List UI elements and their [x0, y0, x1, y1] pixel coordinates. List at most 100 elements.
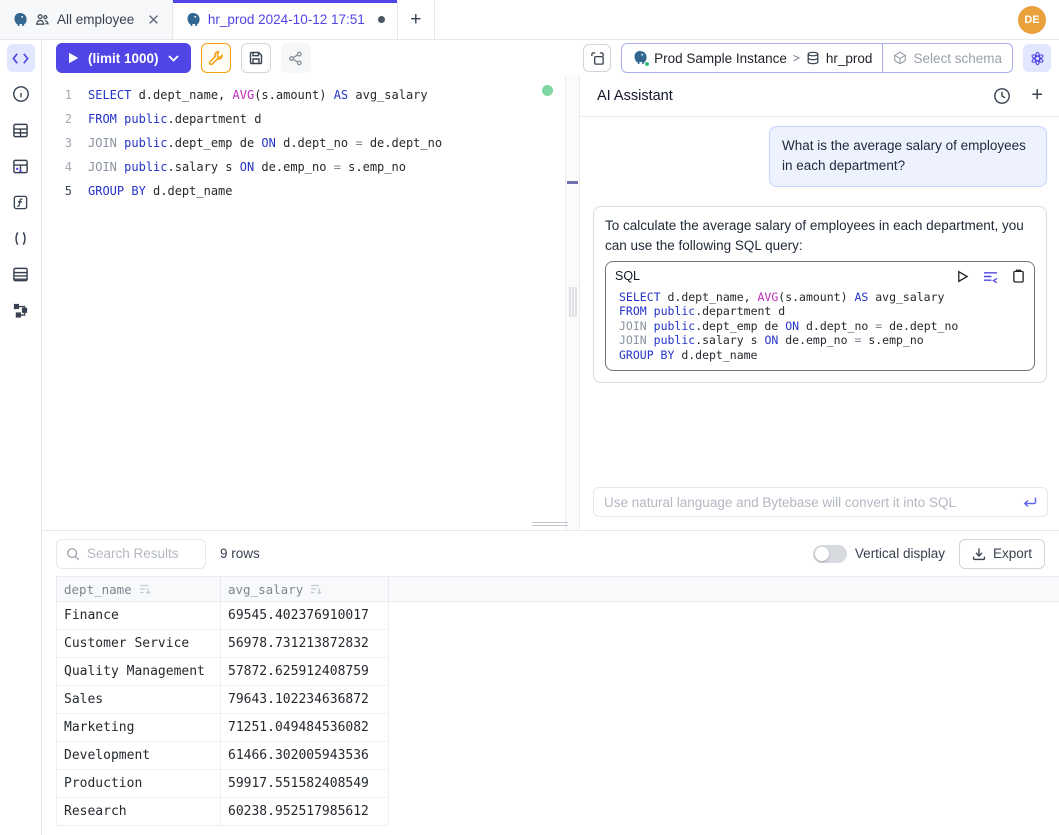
save-icon [248, 50, 264, 66]
chat-history-button[interactable] [993, 87, 1011, 105]
group-icon [35, 12, 50, 27]
batch-query-icon [590, 51, 605, 66]
sort-icon [139, 584, 151, 595]
close-icon[interactable]: ✕ [147, 11, 160, 29]
schema-diagram-icon [12, 302, 29, 319]
tab-hr-prod[interactable]: hr_prod 2024-10-12 17:51 [173, 0, 398, 39]
vertical-display-label: Vertical display [855, 546, 945, 561]
vertical-display-toggle[interactable] [813, 545, 847, 563]
editor-toolbar: (limit 1000) Prod Sample Instance > [42, 41, 1059, 75]
run-button-label: (limit 1000) [88, 51, 159, 66]
batch-query-button[interactable] [583, 44, 611, 72]
table-row: Marketing71251.049484536082 [56, 714, 1059, 742]
table-cell-empty [388, 602, 1059, 630]
table-cell: Finance [56, 602, 220, 630]
editor-scrollbar-thumb[interactable] [567, 181, 578, 184]
ai-assistant-toggle-button[interactable] [1023, 44, 1051, 72]
column-header-dept-name[interactable]: dept_name [56, 577, 220, 601]
results-panel-drag-handle[interactable] [532, 522, 568, 526]
table-row: Customer Service56978.731213872832 [56, 630, 1059, 658]
drag-handle-icon[interactable] [569, 287, 576, 317]
code-icon [12, 51, 29, 66]
table-row: Sales79643.102234636872 [56, 686, 1059, 714]
insert-lines-icon [983, 270, 998, 283]
sidebar-item-info[interactable] [7, 80, 35, 108]
breadcrumb-separator: > [793, 51, 800, 65]
assistant-message: To calculate the average salary of emplo… [593, 206, 1047, 384]
table-cell-empty [388, 630, 1059, 658]
assistant-answer-text: To calculate the average salary of emplo… [605, 216, 1035, 257]
table-cell: 57872.625912408759 [220, 658, 388, 686]
new-chat-button[interactable]: + [1031, 84, 1043, 107]
panel-vertical-divider[interactable] [565, 75, 580, 530]
ai-assistant-title: AI Assistant [597, 88, 673, 104]
tab-all-employee[interactable]: All employee ✕ [0, 0, 173, 39]
ai-prompt-input[interactable]: Use natural language and Bytebase will c… [593, 487, 1048, 517]
instance-name: Prod Sample Instance [654, 51, 787, 66]
connection-selector: Prod Sample Instance > hr_prod Select sc… [621, 43, 1013, 73]
select-schema-button[interactable]: Select schema [882, 44, 1012, 72]
table-cell-empty [388, 658, 1059, 686]
table-cell: 61466.302005943536 [220, 742, 388, 770]
sidebar-item-schema-diagram[interactable] [7, 296, 35, 324]
format-sql-button[interactable] [201, 43, 231, 73]
sql-code-editor[interactable]: 12345 SELECT d.dept_name, AVG(s.amount) … [42, 75, 565, 530]
wrench-icon [208, 50, 224, 66]
view-table-icon [12, 266, 29, 283]
chat-message-list: What is the average salary of employees … [581, 117, 1059, 383]
sort-icon [310, 584, 322, 595]
tab-bar: All employee ✕ hr_prod 2024-10-12 17:51 … [0, 0, 1059, 40]
run-code-button[interactable] [956, 270, 969, 283]
sql-editor-app: All employee ✕ hr_prod 2024-10-12 17:51 … [0, 0, 1059, 835]
sql-code-card: SQL SELECT d.dept_name, AVG(s.amount) AS… [605, 261, 1035, 371]
table-row: Finance69545.402376910017 [56, 602, 1059, 630]
table-cell-empty [388, 686, 1059, 714]
search-results-input[interactable]: Search Results [56, 539, 206, 569]
ai-input-placeholder: Use natural language and Bytebase will c… [604, 495, 1023, 510]
share-button[interactable] [281, 43, 311, 73]
user-avatar[interactable]: DE [1018, 6, 1046, 34]
clipboard-icon [1012, 269, 1025, 283]
enter-return-icon [1023, 496, 1037, 508]
table-cell: Research [56, 798, 220, 826]
editor-sidebar [0, 41, 42, 835]
table-row: Quality Management57872.625912408759 [56, 658, 1059, 686]
table-cell: 60238.952517985612 [220, 798, 388, 826]
sidebar-item-procedures[interactable] [7, 224, 35, 252]
external-table-icon [12, 158, 29, 175]
table-cell: 69545.402376910017 [220, 602, 388, 630]
user-message-bubble: What is the average salary of employees … [769, 126, 1047, 187]
new-tab-button[interactable]: + [398, 0, 435, 39]
export-button[interactable]: Export [959, 539, 1045, 569]
sidebar-item-worksheet[interactable] [7, 44, 35, 72]
save-sheet-button[interactable] [241, 43, 271, 73]
table-icon [12, 122, 29, 139]
column-header-avg-salary[interactable]: avg_salary [220, 577, 388, 601]
sidebar-item-tables[interactable] [7, 116, 35, 144]
sidebar-item-views[interactable] [7, 260, 35, 288]
results-toolbar: Search Results 9 rows Vertical display E… [42, 531, 1059, 576]
column-header-empty [388, 577, 1059, 601]
results-table-header: dept_name avg_salary [56, 576, 1059, 602]
instance-database-selector[interactable]: Prod Sample Instance > hr_prod [622, 44, 882, 72]
code-language-label: SQL [615, 267, 640, 286]
sidebar-item-functions[interactable] [7, 188, 35, 216]
tab-label: hr_prod 2024-10-12 17:51 [208, 12, 365, 27]
ai-assistant-header: AI Assistant + [581, 75, 1059, 117]
run-query-button[interactable]: (limit 1000) [56, 43, 191, 73]
sql-code-lines: SELECT d.dept_name, AVG(s.amount) AS avg… [88, 83, 442, 203]
sidebar-item-external-tables[interactable] [7, 152, 35, 180]
play-icon [68, 52, 79, 64]
table-cell-empty [388, 742, 1059, 770]
download-icon [972, 547, 986, 561]
postgres-elephant-icon [185, 12, 201, 28]
insert-into-editor-button[interactable] [983, 270, 998, 283]
table-cell: Customer Service [56, 630, 220, 658]
search-placeholder: Search Results [87, 546, 179, 561]
parentheses-icon [12, 230, 29, 247]
export-label: Export [993, 546, 1032, 561]
copy-code-button[interactable] [1012, 269, 1025, 283]
chevron-down-icon [168, 55, 179, 62]
tab-label: All employee [57, 12, 134, 27]
postgres-elephant-icon [12, 12, 28, 28]
